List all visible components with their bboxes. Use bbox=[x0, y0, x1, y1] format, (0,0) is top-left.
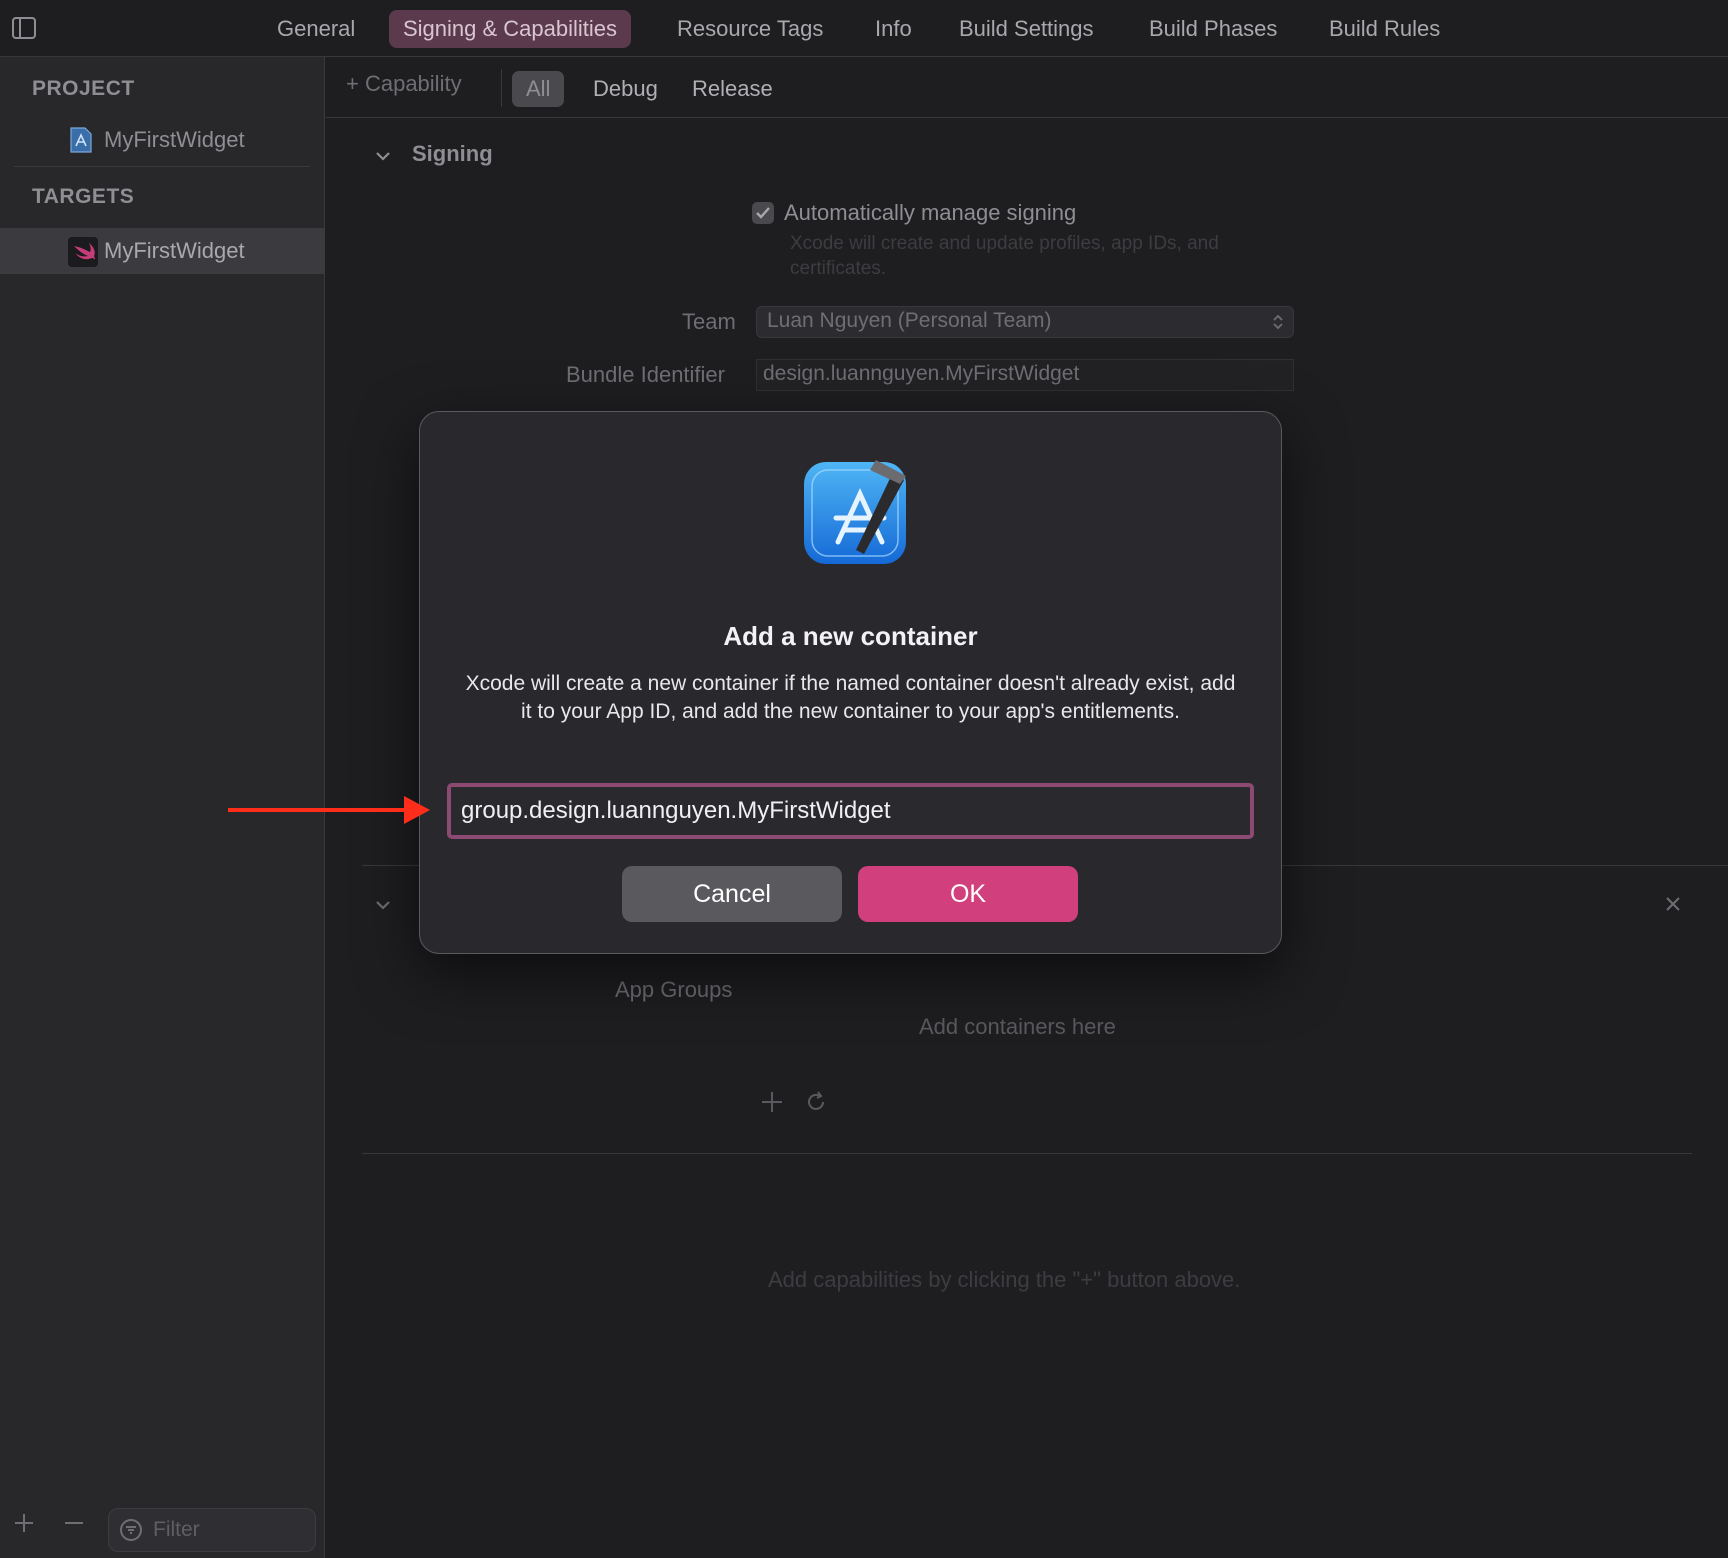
filter-placeholder: Filter bbox=[153, 1518, 200, 1541]
subbar-divider bbox=[501, 69, 502, 107]
sidebar-item-label: MyFirstWidget bbox=[104, 238, 245, 263]
team-popup[interactable]: Luan Nguyen (Personal Team) bbox=[756, 306, 1294, 338]
container-name-field-wrapper bbox=[447, 783, 1254, 839]
section-divider bbox=[362, 1153, 1692, 1154]
filter-field[interactable]: Filter bbox=[108, 1508, 316, 1552]
bundle-identifier-label: Bundle Identifier bbox=[566, 362, 725, 387]
sidebar-item-target[interactable]: MyFirstWidget bbox=[0, 228, 324, 274]
signing-disclosure-icon[interactable] bbox=[374, 147, 392, 165]
team-label: Team bbox=[682, 309, 736, 334]
segment-debug[interactable]: Debug bbox=[579, 71, 672, 107]
bundle-identifier-field[interactable]: design.luannguyen.MyFirstWidget bbox=[756, 359, 1294, 391]
delete-capability-icon[interactable] bbox=[1664, 895, 1682, 918]
container-name-input[interactable] bbox=[451, 787, 1231, 835]
annotation-arrow-shaft bbox=[228, 808, 410, 812]
tab-signing-capabilities[interactable]: Signing & Capabilities bbox=[389, 10, 632, 48]
remove-target-icon[interactable] bbox=[62, 1511, 86, 1540]
capabilities-subbar: + Capability All Debug Release bbox=[326, 57, 1728, 118]
bundle-identifier-value: design.luannguyen.MyFirstWidget bbox=[763, 362, 1080, 385]
dialog-message: Xcode will create a new container if the… bbox=[465, 672, 1236, 723]
ok-button[interactable]: OK bbox=[858, 866, 1078, 922]
add-target-icon[interactable] bbox=[12, 1511, 36, 1540]
swift-app-icon bbox=[68, 237, 98, 267]
sidebar-item-label: MyFirstWidget bbox=[104, 127, 245, 152]
xcode-app-icon bbox=[798, 452, 918, 572]
filter-icon bbox=[119, 1518, 143, 1547]
tab-resource-tags[interactable]: Resource Tags bbox=[663, 10, 837, 48]
annotation-arrow-head bbox=[404, 796, 430, 824]
add-capabilities-hint: Add capabilities by clicking the "+" but… bbox=[768, 1267, 1241, 1292]
dialog-title: Add a new container bbox=[723, 621, 978, 651]
tab-general[interactable]: General bbox=[263, 10, 369, 48]
auto-manage-checkbox[interactable] bbox=[752, 202, 774, 224]
tab-info[interactable]: Info bbox=[861, 10, 926, 48]
signing-section-title: Signing bbox=[412, 141, 493, 166]
segment-release[interactable]: Release bbox=[678, 71, 787, 107]
team-value: Luan Nguyen (Personal Team) bbox=[767, 309, 1052, 332]
segment-all[interactable]: All bbox=[512, 71, 565, 107]
auto-manage-description: Xcode will create and update profiles, a… bbox=[790, 233, 1219, 254]
app-groups-disclosure-icon[interactable] bbox=[374, 896, 392, 914]
editor-tab-bar: General Signing & Capabilities Resource … bbox=[0, 0, 1728, 57]
add-container-dialog: Add a new container Xcode will create a … bbox=[419, 411, 1282, 954]
tab-build-rules[interactable]: Build Rules bbox=[1315, 10, 1454, 48]
app-groups-label: App Groups bbox=[615, 977, 733, 1002]
sidebar-bottom-bar: Filter bbox=[0, 1500, 324, 1558]
add-capability-button[interactable]: + Capability bbox=[346, 71, 462, 97]
project-section-header: PROJECT bbox=[32, 77, 135, 100]
project-file-icon bbox=[68, 126, 94, 154]
updown-chevron-icon bbox=[1271, 312, 1285, 337]
sidebar-toggle-icon[interactable] bbox=[12, 16, 36, 40]
cancel-button[interactable]: Cancel bbox=[622, 866, 842, 922]
tab-build-phases[interactable]: Build Phases bbox=[1135, 10, 1291, 48]
sidebar-divider bbox=[14, 166, 310, 167]
targets-section-header: TARGETS bbox=[32, 185, 135, 208]
tab-build-settings[interactable]: Build Settings bbox=[945, 10, 1108, 48]
auto-manage-description-cont: certificates. bbox=[790, 258, 887, 279]
sidebar-item-project[interactable]: MyFirstWidget bbox=[0, 117, 324, 163]
auto-manage-label: Automatically manage signing bbox=[784, 200, 1077, 225]
app-groups-empty-text: Add containers here bbox=[919, 1014, 1116, 1039]
add-container-icon[interactable] bbox=[760, 1090, 784, 1119]
refresh-icon[interactable] bbox=[803, 1089, 829, 1120]
